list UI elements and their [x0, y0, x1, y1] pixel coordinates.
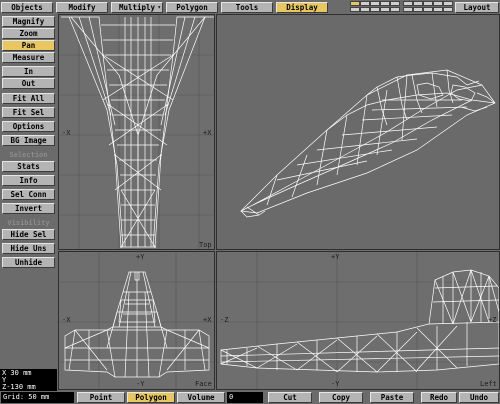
chevron-down-icon: ▾	[157, 4, 161, 11]
sel-conn-button[interactable]: Sel Conn	[2, 189, 55, 200]
axis-label-pos-x: +X	[203, 316, 212, 324]
visibility-section-label: Visibility	[7, 219, 50, 227]
axis-label-pos-z: +Z	[488, 316, 497, 324]
bg-image-button[interactable]: BG Image	[2, 135, 55, 146]
cut-button[interactable]: Cut	[268, 392, 312, 403]
hide-uns-button[interactable]: Hide Uns	[2, 243, 55, 254]
layer-cell[interactable]	[413, 1, 423, 6]
layer-cell[interactable]	[423, 7, 433, 12]
sidebar: Magnify Zoom Pan Measure In Out Fit All …	[0, 14, 57, 369]
layer-cell[interactable]	[360, 7, 370, 12]
coordinate-readout: X 30 mm Y Z-130 mm	[0, 369, 57, 391]
perspective-wireframe	[240, 69, 496, 218]
tab-multiply[interactable]: Multiply ▾	[111, 2, 163, 13]
copy-button[interactable]: Copy	[319, 392, 363, 403]
magnify-button[interactable]: Magnify	[2, 16, 55, 27]
tab-tools[interactable]: Tools	[221, 2, 273, 13]
layer-cell[interactable]	[380, 7, 390, 12]
selection-section-label: Selection	[9, 151, 48, 159]
layer-cell[interactable]	[370, 1, 380, 6]
axis-label-neg-y: -Y	[331, 380, 340, 388]
axis-label-neg-y: -Y	[136, 380, 145, 388]
coord-x: X 30 mm	[2, 369, 32, 377]
layer-cell[interactable]	[390, 1, 400, 6]
viewport-label-left: Left	[480, 380, 497, 388]
tab-objects[interactable]: Objects	[1, 2, 53, 13]
layout-button[interactable]: Layout	[455, 2, 499, 13]
layer-cell[interactable]	[403, 7, 413, 12]
hide-sel-button[interactable]: Hide Sel	[2, 229, 55, 240]
axis-label-pos-y: +Y	[331, 253, 340, 261]
layer-cell[interactable]	[433, 1, 443, 6]
paste-button[interactable]: Paste	[370, 392, 414, 403]
unhide-button[interactable]: Unhide	[2, 257, 55, 268]
layer-cell[interactable]	[403, 1, 413, 6]
axis-label-neg-x: -X	[62, 129, 71, 137]
info-button[interactable]: Info	[2, 175, 55, 186]
redo-button[interactable]: Redo	[421, 392, 457, 403]
stats-button[interactable]: Stats	[2, 161, 55, 172]
tab-multiply-label: Multiply	[118, 3, 156, 12]
zoom-button[interactable]: Zoom	[2, 28, 55, 39]
layer-selector-grid[interactable]	[350, 1, 454, 13]
point-mode-button[interactable]: Point	[77, 392, 125, 403]
layer-cell[interactable]	[443, 1, 453, 6]
layer-cell[interactable]	[390, 7, 400, 12]
layer-cell[interactable]	[423, 1, 433, 6]
layer-cell[interactable]	[380, 1, 390, 6]
front-viewport[interactable]: +Y -X +X -Y Face	[58, 251, 215, 390]
options-button[interactable]: Options	[2, 121, 55, 132]
tab-modify[interactable]: Modify	[56, 2, 108, 13]
zoom-in-button[interactable]: In	[2, 66, 55, 77]
axis-label-pos-x: +X	[203, 129, 212, 137]
layer-cell[interactable]	[443, 7, 453, 12]
layer-cell[interactable]	[350, 1, 360, 6]
invert-button[interactable]: Invert	[2, 203, 55, 214]
pan-button[interactable]: Pan	[2, 40, 55, 51]
layer-cell[interactable]	[350, 7, 360, 12]
volume-mode-button[interactable]: Volume	[177, 392, 225, 403]
side-view-wireframe	[217, 252, 499, 389]
measure-button[interactable]: Measure	[2, 52, 55, 63]
fit-sel-button[interactable]: Fit Sel	[2, 107, 55, 118]
top-viewport[interactable]: -X +X Top	[58, 14, 215, 250]
perspective-viewport[interactable]	[216, 14, 500, 250]
axis-label-neg-x: -X	[62, 316, 71, 324]
grid-size-readout: Grid: 50 mm	[1, 392, 74, 403]
layer-cell[interactable]	[433, 7, 443, 12]
layer-cell[interactable]	[413, 7, 423, 12]
top-menu-bar: Objects Modify Multiply ▾ Polygon Tools D…	[0, 0, 500, 14]
side-viewport[interactable]: +Y -Z +Z -Y Left	[216, 251, 500, 390]
tab-polygon[interactable]: Polygon	[166, 2, 218, 13]
tab-display[interactable]: Display	[276, 2, 328, 13]
front-view-wireframe	[59, 252, 214, 389]
top-view-wireframe	[59, 15, 214, 249]
coord-z: Z-130 mm	[2, 383, 36, 391]
zoom-out-button[interactable]: Out	[2, 78, 55, 89]
volume-value-field[interactable]: 0	[227, 392, 263, 403]
bottom-toolbar: Grid: 50 mm Point Polygon Volume 0 Cut C…	[0, 391, 500, 404]
layer-cell[interactable]	[360, 1, 370, 6]
axis-label-pos-y: +Y	[136, 253, 145, 261]
axis-label-neg-z: -Z	[220, 316, 229, 324]
layer-cell[interactable]	[370, 7, 380, 12]
viewport-label-top: Top	[199, 241, 212, 249]
undo-button[interactable]: Undo	[459, 392, 499, 403]
fit-all-button[interactable]: Fit All	[2, 93, 55, 104]
polygon-mode-button[interactable]: Polygon	[127, 392, 175, 403]
viewport-label-face: Face	[195, 380, 212, 388]
